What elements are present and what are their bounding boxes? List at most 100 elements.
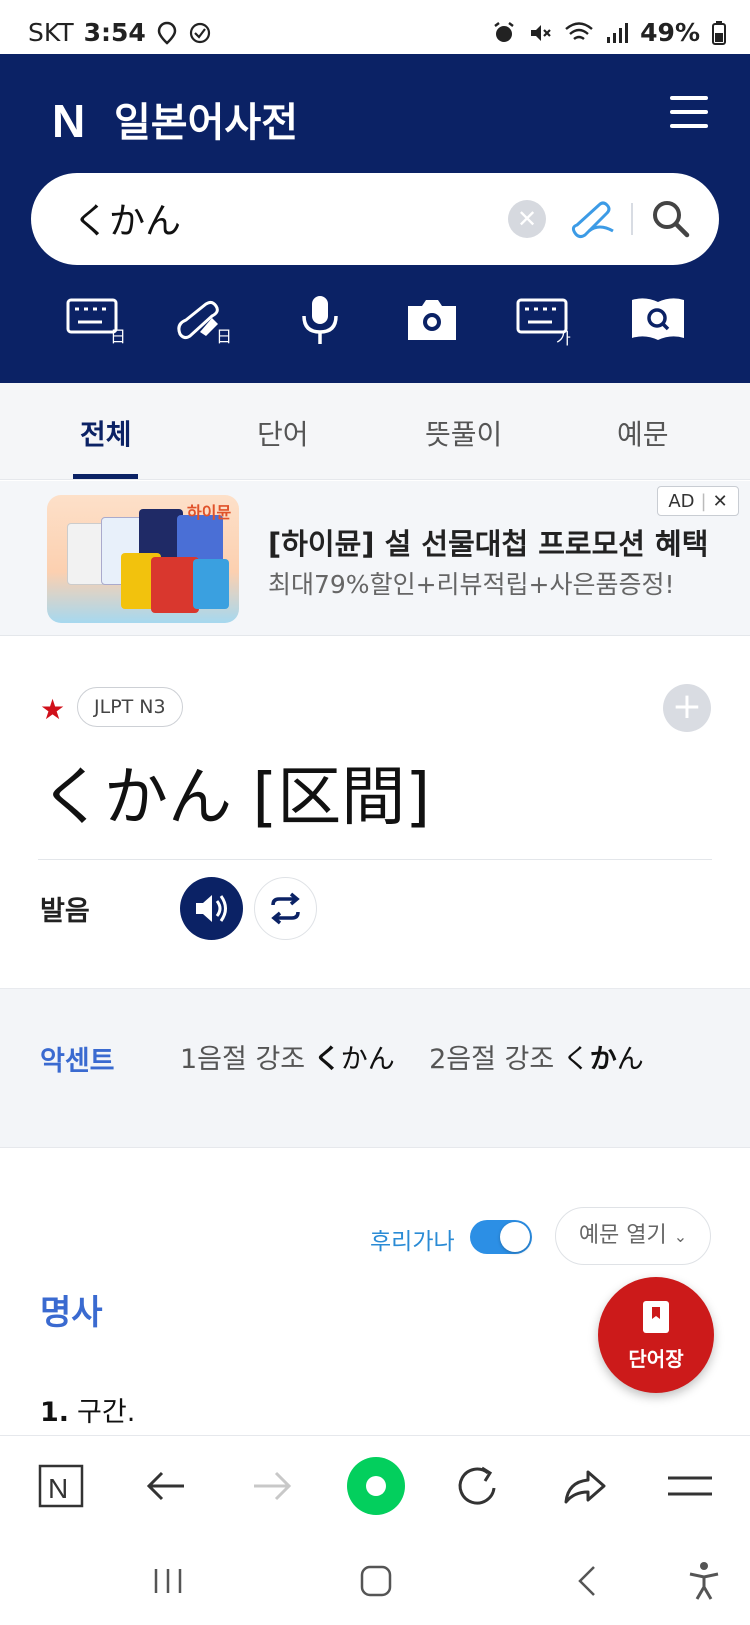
mute-icon <box>531 24 551 41</box>
ad-banner[interactable]: 하이뮨 AD | ✕ [하이뮨] 설 선물대첩 프로모션 혜택 최대79%할인+… <box>0 481 750 636</box>
tab-words[interactable]: 단어 <box>257 413 309 453</box>
location-icon <box>157 21 177 45</box>
wordbook-label: 단어장 <box>628 1347 684 1371</box>
voice-search-button[interactable] <box>290 294 350 346</box>
sense-item: 1. 구간. <box>40 1390 135 1429</box>
status-left: SKT 3:54 <box>28 18 212 47</box>
ad-badge[interactable]: AD | ✕ <box>657 486 739 516</box>
ad-title[interactable]: [하이뮨] 설 선물대첩 프로모션 혜택 <box>268 521 708 563</box>
repeat-pronunciation-button[interactable] <box>254 877 317 940</box>
headword: くかん [区間] <box>40 761 431 835</box>
furigana-label: 후리가나 <box>370 1229 455 1255</box>
clear-button[interactable]: ✕ <box>508 200 546 238</box>
ad-subtitle[interactable]: 최대79%할인+리뷰적립+사은품증정! <box>268 565 674 601</box>
close-icon: ✕ <box>516 205 538 233</box>
ad-image[interactable]: 하이뮨 <box>47 495 239 623</box>
accent-item2-rest: ん <box>616 1044 644 1075</box>
svg-text:N: N <box>48 1473 68 1504</box>
chevron-down-icon: ⌄ <box>673 1227 688 1246</box>
recent-apps-button[interactable] <box>146 1559 190 1603</box>
keyboard-icon: 가 <box>516 298 571 348</box>
back-button[interactable] <box>136 1456 196 1516</box>
accent-section: 악센트 1음절 강조 くかん 2음절 강조 くかん <box>0 988 750 1148</box>
accent-item2-label: 2음절 강조 <box>429 1044 555 1075</box>
input-tools: 日 日 가 <box>0 294 750 354</box>
arrow-right-icon <box>254 1471 292 1501</box>
open-examples-button[interactable]: 예문 열기 ⌄ <box>555 1207 711 1265</box>
tab-examples[interactable]: 예문 <box>617 413 669 453</box>
hamburger-icon-line <box>670 110 708 114</box>
search-input[interactable] <box>73 197 473 238</box>
handwriting-icon: 日 <box>177 300 232 346</box>
status-bar: SKT 3:54 49% <box>0 0 750 54</box>
naver-logo[interactable]: N <box>52 94 85 148</box>
system-back-button[interactable] <box>566 1559 610 1603</box>
refresh-button[interactable] <box>448 1456 508 1516</box>
active-tab-indicator <box>73 474 138 479</box>
system-navigation <box>0 1535 750 1625</box>
wifi-icon <box>565 21 593 40</box>
chevron-left-icon <box>578 1566 595 1596</box>
naver-n-icon: N <box>38 1464 84 1508</box>
search-divider <box>631 203 633 235</box>
pronunciation-label: 발음 <box>40 896 90 927</box>
japanese-keyboard-button[interactable]: 日 <box>66 294 126 346</box>
dictionary-search-button[interactable] <box>628 294 688 346</box>
svg-text:가: 가 <box>556 329 571 346</box>
status-right: 49% <box>492 18 726 47</box>
share-button[interactable] <box>554 1456 614 1516</box>
search-button[interactable] <box>649 197 693 241</box>
browser-menu-button[interactable] <box>660 1456 720 1516</box>
pen-icon <box>571 201 614 239</box>
keyboard-icon: 日 <box>66 298 126 346</box>
tab-meanings[interactable]: 뜻풀이 <box>425 413 502 453</box>
wordbook-button[interactable]: 단어장 <box>598 1277 714 1393</box>
signal-icon <box>607 22 629 43</box>
app-header: N 일본어사전 ✕ 日 日 가 <box>0 54 750 383</box>
clock: 3:54 <box>83 18 146 47</box>
add-to-wordbook-button[interactable]: + <box>663 684 711 732</box>
close-icon[interactable]: ✕ <box>713 491 728 512</box>
app-title[interactable]: 일본어사전 <box>114 90 298 148</box>
camera-icon <box>408 300 456 340</box>
sense-number: 1. <box>40 1397 70 1428</box>
korean-keyboard-button[interactable]: 가 <box>516 294 576 348</box>
tab-all[interactable]: 전체 <box>80 413 132 453</box>
handwriting-kanji-button[interactable]: 日 <box>176 294 236 346</box>
repeat-icon <box>271 892 300 925</box>
furigana-toggle[interactable] <box>470 1220 532 1254</box>
green-dot-icon <box>347 1457 405 1515</box>
carrier-label: SKT <box>28 18 74 47</box>
play-pronunciation-button[interactable] <box>180 877 243 940</box>
open-examples-label: 예문 열기 <box>578 1223 667 1248</box>
home-button[interactable] <box>354 1559 398 1603</box>
accessibility-button[interactable] <box>682 1559 726 1603</box>
hamburger-icon <box>670 96 708 100</box>
alarm-icon <box>494 21 514 42</box>
battery-percent: 49% <box>640 18 700 47</box>
hamburger-icon-line <box>670 124 708 128</box>
result-tabs: 전체 단어 뜻풀이 예문 <box>0 383 750 480</box>
menu-button[interactable] <box>670 96 710 130</box>
accessibility-icon <box>689 1562 719 1600</box>
naver-home-button[interactable]: N <box>32 1456 92 1516</box>
plus-icon: + <box>671 686 703 727</box>
share-icon <box>564 1470 606 1504</box>
refresh-icon <box>458 1466 496 1505</box>
arrow-left-icon <box>146 1471 184 1501</box>
jlpt-badge: JLPT N3 <box>77 687 183 727</box>
divider <box>38 859 712 860</box>
handwriting-button[interactable] <box>569 197 617 241</box>
accent-item2-first: く <box>562 1044 590 1075</box>
accent-item1-label: 1음절 강조 <box>180 1044 306 1075</box>
svg-text:日: 日 <box>216 327 232 346</box>
camera-search-button[interactable] <box>402 294 462 346</box>
green-dot-button[interactable] <box>346 1456 406 1516</box>
forward-button[interactable] <box>242 1456 302 1516</box>
accent-item1-rest: かん <box>340 1044 395 1075</box>
ad-brand-logo: 하이뮨 <box>187 503 232 522</box>
search-bar: ✕ <box>31 173 719 265</box>
recent-apps-icon <box>154 1569 182 1593</box>
search-icon <box>653 201 690 238</box>
sense-text: 구간. <box>77 1397 136 1428</box>
